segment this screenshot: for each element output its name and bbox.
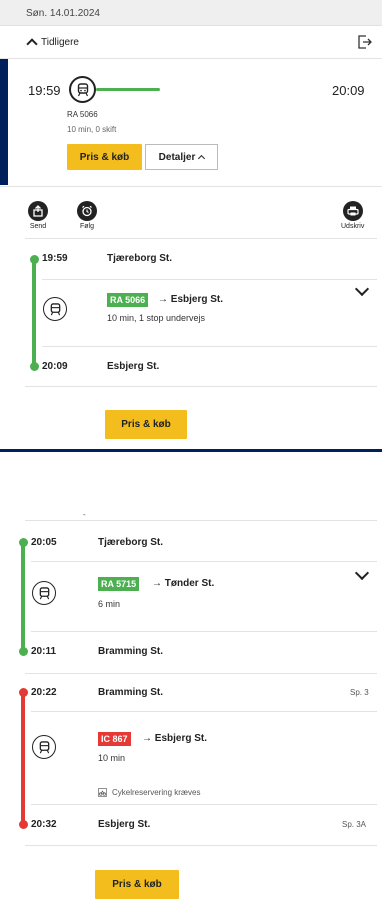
train-direction: → Esbjerg St.	[142, 733, 208, 744]
route-line	[32, 259, 36, 367]
section-divider	[0, 449, 382, 452]
train-badge: IC 867	[98, 732, 131, 746]
stop-dot	[19, 647, 28, 656]
alarm-clock-icon	[77, 201, 97, 221]
separator-mark: -	[83, 510, 86, 519]
divider	[25, 386, 377, 387]
route-line	[21, 542, 25, 652]
printer-icon	[342, 201, 363, 221]
leg-info: 10 min, 1 stop undervejs	[107, 313, 206, 323]
train-icon	[43, 297, 67, 321]
divider	[25, 673, 377, 674]
divider	[25, 845, 377, 846]
earlier-label: Tidligere	[41, 37, 79, 48]
chevron-up-icon	[26, 38, 38, 50]
stop-time: 19:59	[42, 253, 68, 264]
stop-dot	[19, 820, 28, 829]
leg-info: 10 min	[98, 753, 126, 763]
stop-name: Bramming St.	[98, 646, 164, 657]
train-direction: → Tønder St.	[152, 578, 215, 589]
details-button[interactable]: Detaljer	[145, 144, 218, 170]
divider	[31, 804, 377, 805]
buy-button[interactable]: Pris & køb	[67, 144, 142, 170]
date-label: Søn. 14.01.2024	[26, 8, 100, 19]
divider	[42, 346, 377, 347]
follow-label: Følg	[80, 223, 94, 230]
train-icon	[69, 76, 96, 103]
details-label: Detaljer	[158, 151, 196, 163]
train-direction: → Esbjerg St.	[158, 294, 224, 305]
share-icon	[28, 201, 48, 221]
stop-time: 20:22	[31, 687, 57, 698]
stop-name: Bramming St.	[98, 687, 164, 698]
stop-dot	[30, 255, 39, 264]
train-number: RA 5066	[67, 110, 98, 119]
divider	[0, 186, 382, 187]
route-line	[96, 88, 160, 91]
buy-button[interactable]: Pris & køb	[105, 410, 187, 439]
buy-button[interactable]: Pris & køb	[95, 870, 179, 899]
print-label: Udskriv	[341, 223, 365, 230]
exit-icon[interactable]	[357, 34, 373, 50]
chevron-down-icon[interactable]	[354, 565, 370, 581]
chevron-down-icon[interactable]	[354, 281, 370, 297]
divider	[31, 631, 377, 632]
stop-time: 20:11	[31, 646, 57, 657]
stop-dot	[19, 538, 28, 547]
stop-time: 20:05	[31, 537, 57, 548]
stop-time: 20:09	[42, 361, 68, 372]
stop-dot	[19, 688, 28, 697]
earlier-link[interactable]: Tidligere	[26, 37, 79, 50]
platform-label: Sp. 3A	[342, 820, 367, 829]
route-line	[21, 692, 25, 824]
send-action[interactable]: Send	[28, 201, 48, 230]
divider	[42, 279, 377, 280]
chevron-up-icon	[198, 154, 206, 163]
journey-summary: 10 min, 0 skift	[67, 125, 117, 134]
train-icon	[32, 581, 56, 605]
stop-name: Esbjerg St.	[98, 819, 151, 830]
stop-time: 20:32	[31, 819, 57, 830]
divider	[31, 711, 377, 712]
send-label: Send	[29, 223, 47, 230]
stop-name: Esbjerg St.	[107, 361, 160, 372]
platform-label: Sp. 3	[350, 688, 369, 697]
bike-note-label: Cykelreservering kræves	[112, 788, 201, 797]
stop-name: Tjæreborg St.	[107, 253, 173, 264]
follow-action[interactable]: Følg	[77, 201, 97, 230]
divider	[25, 520, 377, 521]
train-badge: RA 5715	[98, 577, 140, 591]
stop-dot	[30, 362, 39, 371]
date-header: Søn. 14.01.2024	[0, 0, 382, 26]
train-badge: RA 5066	[107, 293, 149, 307]
bike-note: Cykelreservering kræves	[98, 788, 200, 797]
divider	[31, 561, 377, 562]
departure-time: 19:59	[28, 83, 61, 98]
leg-info: 6 min	[98, 599, 121, 609]
arrival-time: 20:09	[332, 83, 365, 98]
stop-name: Tjæreborg St.	[98, 537, 164, 548]
train-icon	[32, 735, 56, 759]
print-action[interactable]: Udskriv	[341, 201, 364, 230]
bicycle-icon	[98, 788, 107, 797]
divider	[25, 238, 377, 239]
